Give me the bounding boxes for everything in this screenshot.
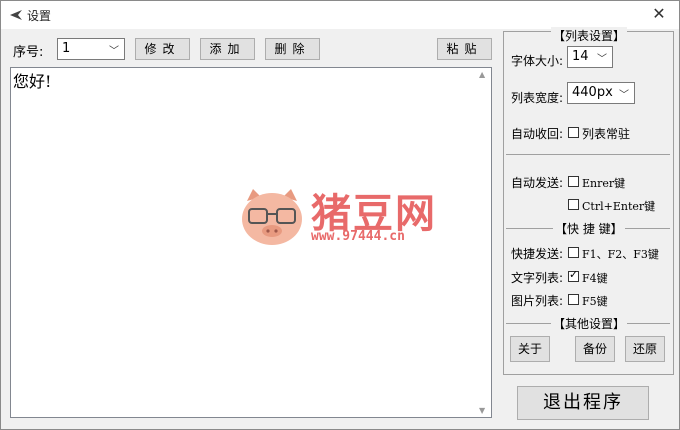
ctrl-enter-checkbox[interactable]: [568, 199, 579, 210]
other-settings-header: 【其他设置】: [551, 315, 628, 332]
scroll-up-icon[interactable]: ▲: [479, 70, 485, 79]
settings-window: 设置 ✕ 序号: 1 ﹀ 修改 添加 删除 粘贴 您好! ▲ ▼ 猪豆网 www…: [0, 0, 680, 430]
quick-send-label: 快捷发送:: [511, 247, 564, 261]
quick-send-keys: F1、F2、F3键: [582, 248, 659, 261]
text-list-key: F4键: [582, 272, 608, 285]
quick-send-checkbox[interactable]: [568, 247, 579, 258]
auto-collapse-label: 自动收回:: [511, 127, 564, 141]
seq-select[interactable]: 1 ﹀: [57, 38, 125, 60]
image-list-checkbox[interactable]: [568, 294, 579, 305]
backup-button[interactable]: 备份: [575, 336, 615, 362]
app-logo-icon: [10, 10, 22, 20]
chevron-down-icon: ﹀: [597, 54, 607, 65]
list-width-label: 列表宽度:: [511, 91, 564, 105]
list-width-select[interactable]: 440px ﹀: [567, 82, 635, 104]
seq-label: 序号:: [13, 45, 44, 60]
font-size-select[interactable]: 14 ﹀: [567, 46, 613, 68]
chevron-down-icon: ﹀: [619, 90, 629, 101]
title-bar: 设置 ✕: [1, 1, 679, 29]
message-content: 您好!: [13, 72, 52, 91]
pin-list-label: 列表常驻: [582, 127, 631, 141]
enter-key-label: Enrer键: [582, 177, 626, 190]
list-width-value: 440px: [572, 85, 613, 100]
pig-logo-icon: [242, 189, 302, 245]
pin-list-checkbox[interactable]: [568, 127, 579, 138]
modify-button[interactable]: 修改: [135, 38, 190, 60]
image-list-key: F5键: [582, 295, 608, 308]
font-size-label: 字体大小:: [511, 54, 564, 68]
auto-send-label: 自动发送:: [511, 176, 564, 190]
text-list-checkbox[interactable]: [568, 268, 579, 282]
text-list-label: 文字列表:: [511, 271, 564, 285]
font-size-value: 14: [572, 49, 589, 64]
hotkeys-header: 【快 捷 键】: [553, 220, 625, 237]
paste-button[interactable]: 粘贴: [437, 38, 492, 60]
add-button[interactable]: 添加: [200, 38, 255, 60]
watermark: 猪豆网 www.97444.cn: [239, 187, 449, 249]
enter-key-checkbox[interactable]: [568, 176, 579, 187]
close-icon[interactable]: ✕: [645, 3, 673, 25]
chevron-down-icon: ﹀: [109, 46, 119, 57]
about-button[interactable]: 关于: [510, 336, 550, 362]
window-title: 设置: [27, 9, 52, 23]
exit-program-button[interactable]: 退出程序: [517, 386, 649, 420]
vertical-scrollbar[interactable]: ▲ ▼: [475, 68, 491, 417]
seq-select-value: 1: [62, 41, 71, 56]
watermark-url: www.97444.cn: [311, 229, 405, 244]
delete-button[interactable]: 删除: [265, 38, 320, 60]
scroll-down-icon[interactable]: ▼: [479, 406, 485, 415]
ctrl-enter-label: Ctrl+Enter键: [582, 200, 656, 213]
restore-button[interactable]: 还原: [625, 336, 665, 362]
divider: [506, 154, 670, 155]
list-settings-header: 【列表设置】: [551, 27, 628, 44]
image-list-label: 图片列表:: [511, 294, 564, 308]
